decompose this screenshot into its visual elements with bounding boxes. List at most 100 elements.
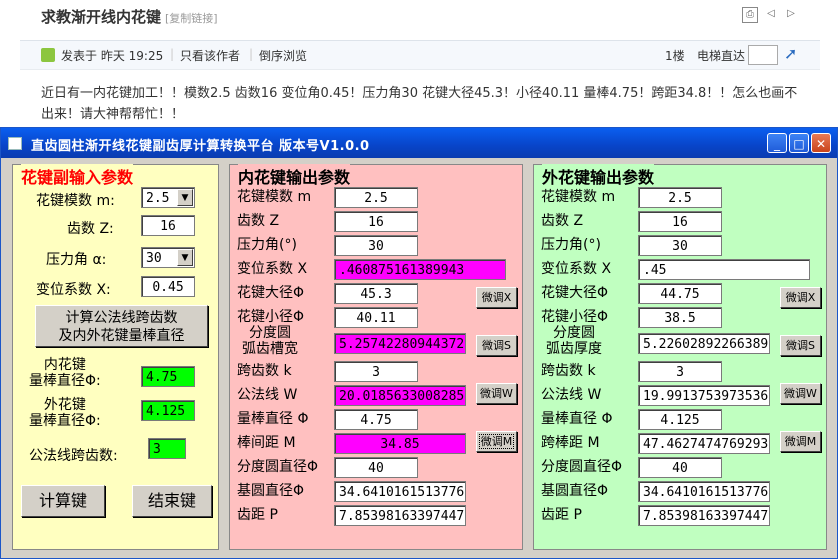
inner-adjust-m-button[interactable]: 微调M [476,431,517,452]
inner-row-label: 量棒直径 Φ [237,411,309,427]
print-icon[interactable]: ⎙ [742,7,758,23]
outer-row-value: 19.9913753973536 [638,385,770,406]
teeth-input[interactable]: 16 [141,215,195,236]
shift-coef-label: 变位系数 X: [36,282,111,298]
outer-row-value: 34.6410161513776 [638,481,770,502]
outer-row-value: 47.4627474769293 [638,433,770,454]
calc-span-button[interactable]: 计算公法线跨齿数 及内外花键量棒直径 [35,305,208,347]
shift-coef-input[interactable]: 0.45 [141,276,195,297]
outer-row-value: 3 [638,361,722,382]
next-thread-icon[interactable]: ▷ [784,7,798,21]
outer-row-label: 量棒直径 Φ [541,411,613,427]
outer-row-value: 16 [638,211,722,232]
inner-row-value: 34.6410161513776 [334,481,466,502]
inner-row-label: 公法线 W [237,387,298,403]
outer-row-value: 40 [638,457,722,478]
reverse-order-link[interactable]: 倒序浏览 [259,47,307,64]
inner-row-label: 花键小径Φ [237,309,305,325]
outer-panel-title: 外花键输出参数 [542,164,655,188]
outer-row-label: 花键小径Φ [541,309,609,325]
divider: | [170,47,175,61]
calculate-button[interactable]: 计算键 [21,485,105,517]
prev-thread-icon[interactable]: ◁ [764,7,778,21]
inner-row-value: 5.25742280944372 [334,333,466,354]
outer-row-label: 分度圆 弧齿厚度 [546,325,602,357]
outer-row-label: 花键大径Φ [541,285,609,301]
post-content: 近日有一内花键加工！！模数2.5 齿数16 变位角0.45！压力角30 花键大径… [41,86,798,122]
outer-row-label: 齿数 Z [541,213,584,229]
outer-row-label: 跨棒距 M [541,435,600,451]
outer-row-label: 分度圆直径Φ [541,459,623,475]
app-icon [8,137,22,150]
outer-row-value: 4.125 [638,409,722,430]
outer-adjust-x-button[interactable]: 微调X [780,287,821,308]
inner-row-label: 花键大径Φ [237,285,305,301]
outer-pin-value: 4.125 [141,400,195,421]
inner-row-value: 20.0185633008285 [334,385,466,406]
post-time: 发表于 昨天 19:25 [61,49,164,63]
go-arrow-icon[interactable]: ➚ [784,44,797,63]
module-dropdown-icon[interactable]: ▼ [177,189,193,206]
floor-jump-input[interactable] [748,45,778,65]
inner-row-value: 16 [334,211,418,232]
outer-row-label: 花键模数 m [541,189,616,205]
copy-link[interactable]: [复制链接] [165,12,218,25]
module-select-value: 2.5 [146,191,170,206]
minimize-button[interactable]: _ [767,133,787,153]
inner-adjust-x-button[interactable]: 微调X [476,287,517,308]
author-only-link[interactable]: 只看该作者 [180,47,240,64]
inner-row-label: 齿距 P [237,507,278,523]
inner-row-label: 分度圆 弧齿槽宽 [242,325,298,357]
angle-dropdown-icon[interactable]: ▼ [177,249,193,266]
input-panel-title: 花键副输入参数 [21,164,134,188]
inner-adjust-w-button[interactable]: 微调W [476,383,517,404]
outer-row-label: 公法线 W [541,387,602,403]
inner-row-value: 30 [334,235,418,256]
inner-row-value: 45.3 [334,283,418,304]
inner-row-label: 分度圆直径Φ [237,459,319,475]
end-button[interactable]: 结束键 [132,485,212,517]
outer-adjust-s-button[interactable]: 微调S [780,335,821,356]
close-button[interactable]: ✕ [811,133,831,153]
module-label: 花键模数 m: [36,193,115,209]
outer-row-label: 齿距 P [541,507,582,523]
input-panel: 花键副输入参数 花键模数 m: 2.5 ▼ 齿数 Z: 16 压力角 α: 30… [12,164,219,550]
inner-pin-label: 内花键 量棒直径Φ: [29,357,101,389]
outer-spline-panel: 外花键输出参数 花键模数 m 2.5 齿数 Z 16 压力角(°) 30 变位系数 X .45… [533,164,827,550]
inner-row-label: 变位系数 X [237,261,308,277]
inner-row-label: 基圆直径Φ [237,483,305,499]
inner-row-label: 齿数 Z [237,213,280,229]
online-status-icon [41,48,55,62]
divider: | [249,47,254,61]
inner-row-value: 4.75 [334,409,418,430]
inner-row-value: 3 [334,361,418,382]
teeth-label: 齿数 Z: [67,221,114,237]
window-titlebar[interactable]: 直齿圆柱渐开线花键副齿厚计算转换平台 版本号V1.0.0 _ □ ✕ [1,128,837,158]
outer-row-label: 基圆直径Φ [541,483,609,499]
elevator-label: 电梯直达 [697,49,746,63]
maximize-button[interactable]: □ [789,133,809,153]
outer-row-value: 2.5 [638,187,722,208]
thread-title-text: 求教渐开线内花键 [41,8,162,26]
window-title: 直齿圆柱渐开线花键副齿厚计算转换平台 版本号V1.0.0 [31,139,370,154]
inner-pin-value: 4.75 [141,366,195,387]
pressure-angle-value: 30 [146,251,162,266]
outer-row-label: 压力角(°) [541,237,601,253]
thread-title: 求教渐开线内花键 [复制链接] [41,6,218,27]
calculator-window: 直齿圆柱渐开线花键副齿厚计算转换平台 版本号V1.0.0 _ □ ✕ 花键副输入… [0,127,838,559]
inner-row-value: 7.85398163397447 [334,505,466,526]
span-teeth-value: 3 [148,438,186,459]
inner-adjust-s-button[interactable]: 微调S [476,335,517,356]
inner-row-value: 40.11 [334,307,418,328]
outer-adjust-w-button[interactable]: 微调W [780,383,821,404]
inner-row-label: 棒间距 M [237,435,296,451]
pressure-angle-label: 压力角 α: [46,252,107,268]
outer-row-value: 5.22602892266389 [638,333,770,354]
span-teeth-label: 公法线跨齿数: [29,448,118,464]
inner-row-label: 花键模数 m [237,189,312,205]
outer-row-value: 30 [638,235,722,256]
inner-spline-panel: 内花键输出参数 花键模数 m 2.5 齿数 Z 16 压力角(°) 30 变位系数 X .46… [229,164,523,550]
outer-row-value: 38.5 [638,307,722,328]
inner-row-value: 2.5 [334,187,418,208]
outer-adjust-m-button[interactable]: 微调M [780,431,821,452]
